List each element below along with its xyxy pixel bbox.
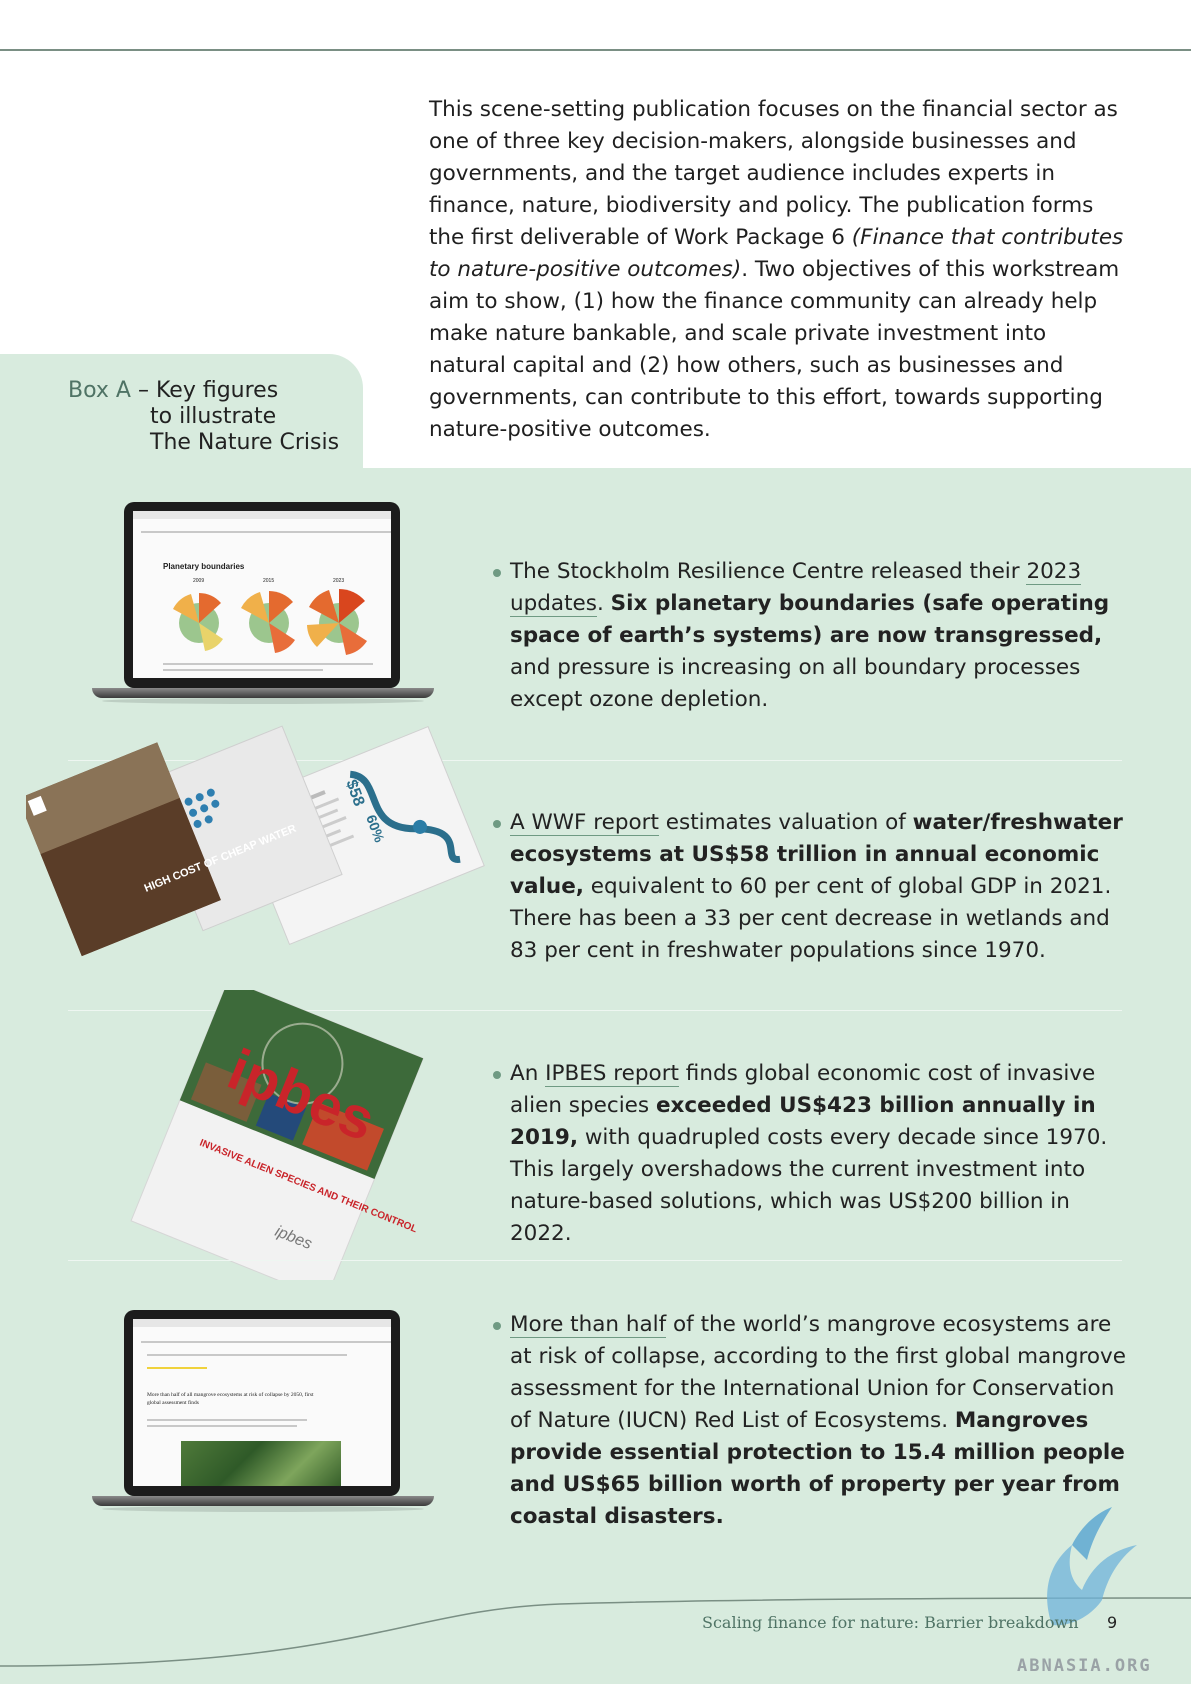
top-rule [0,49,1191,51]
laptop1-year-2023: 2023 [333,578,345,584]
laptop1-year-2015: 2015 [263,578,275,584]
watermark: ABNASIA.ORG [1017,1656,1152,1676]
divider-3 [68,1260,1122,1261]
laptop-mangrove-article: More than half of all mangrove ecosystem… [92,1310,434,1512]
item-ipbes-report: An IPBES report finds global economic co… [510,1061,1108,1246]
intro-text-end: . Two objectives of this workstream aim … [429,257,1120,442]
box-title-line3: The Nature Crisis [150,430,340,455]
bullet-2 [493,820,501,828]
bullet-1 [493,569,501,577]
laptop1-year-2009: 2009 [193,578,205,584]
laptop1-title: Planetary boundaries [163,562,245,571]
planetary-boundaries-figure [173,588,367,655]
intro-paragraph: This scene-setting publication focuses o… [429,94,1129,446]
laptop2-headline: More than half of all mangrove ecosystem… [147,1392,314,1406]
box-label: Box A [68,378,131,403]
bullet-3 [493,1071,501,1079]
item-mangroves: More than half of the world’s mangrove e… [510,1312,1126,1529]
box-title-line1: Key figures [155,378,279,403]
box-separator: – [130,378,156,403]
link-ipbes-report[interactable]: IPBES report [545,1061,679,1087]
ipbes-report-graphic: ipbes INVASIVE ALIEN SPECIES AND THEIR C… [130,990,424,1280]
bullet-4 [493,1322,501,1330]
footer-label: Scaling finance for nature: Barrier brea… [702,1613,1079,1632]
box-title-line2: to illustrate [150,404,277,429]
item-wwf-report: A WWF report estimates valuation of wate… [510,810,1123,963]
laptop-planetary-boundaries: Planetary boundaries 2009 2015 2023 [92,502,434,704]
wwf-report-graphic: HIGH COST OF CHEAP WATER $58 60% [26,725,485,957]
box-title: Box A – Key figures to illustrate The Na… [68,378,339,456]
link-wwf-report[interactable]: A WWF report [510,810,659,836]
mangrove-photo [181,1441,341,1486]
page-number: 9 [1107,1613,1118,1632]
item-planetary-boundaries: The Stockholm Resilience Centre released… [510,559,1110,712]
link-more-than-half[interactable]: More than half [510,1312,667,1338]
